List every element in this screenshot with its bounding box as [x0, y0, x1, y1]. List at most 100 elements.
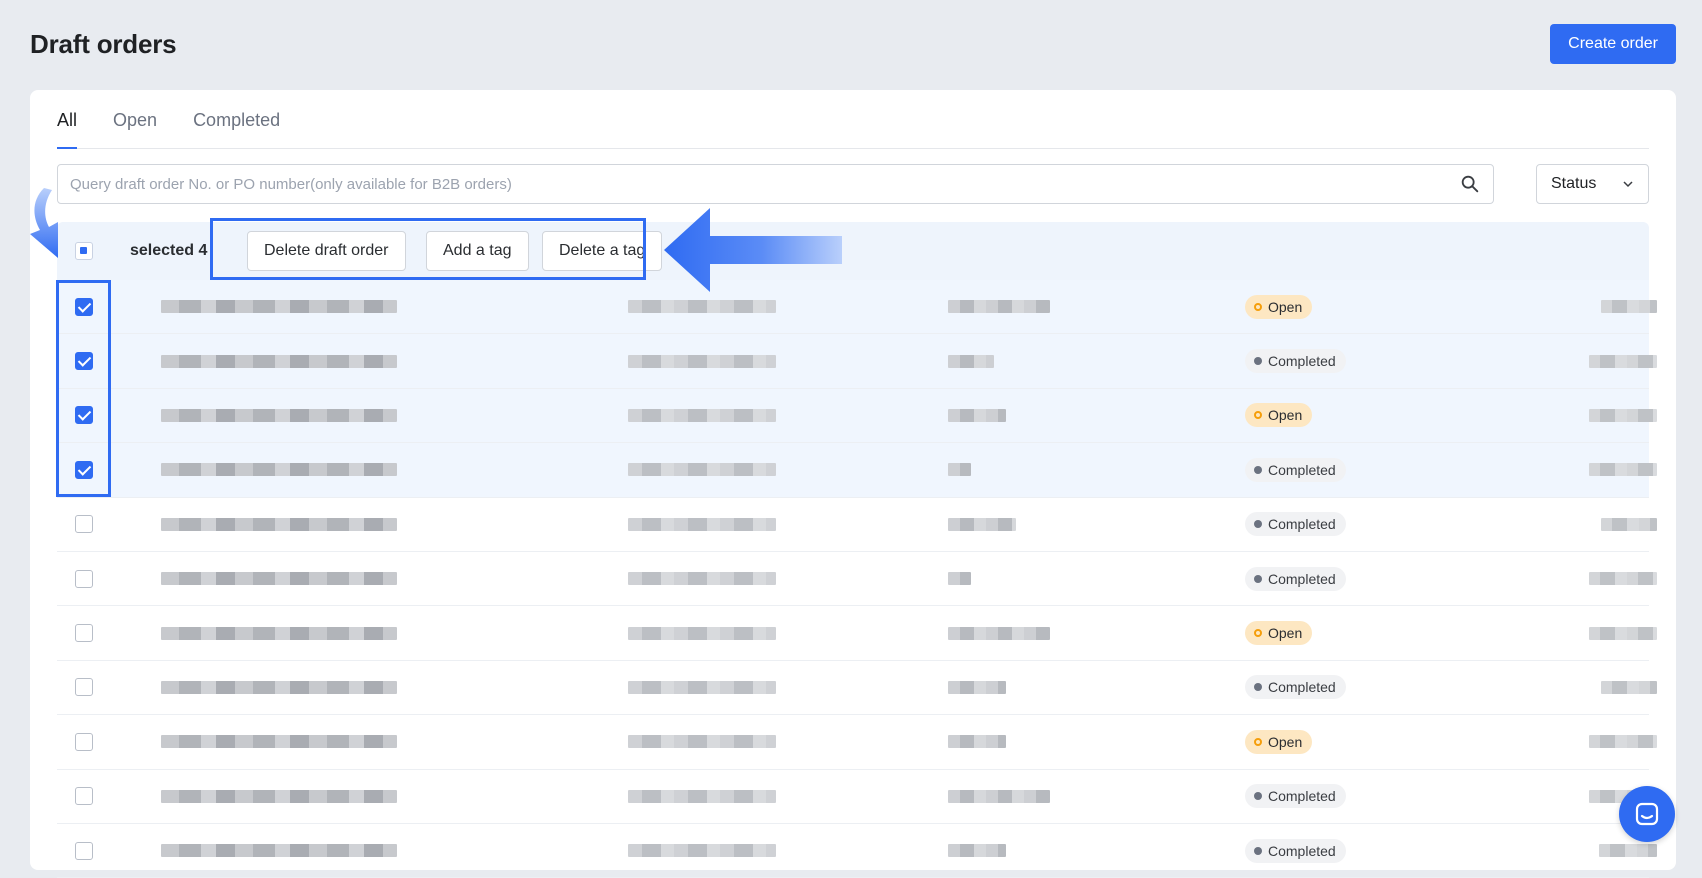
redacted-cell: [628, 408, 776, 422]
status-badge: Completed: [1245, 349, 1346, 374]
row-checkbox[interactable]: [75, 406, 93, 425]
status-dot-icon: [1254, 574, 1262, 583]
redacted-cell: [161, 300, 397, 314]
selected-count: selected 4: [130, 242, 208, 259]
search-icon[interactable]: [1459, 173, 1481, 195]
status-badge: Completed: [1245, 675, 1346, 700]
status-filter-select[interactable]: Status: [1536, 164, 1649, 204]
row-checkbox[interactable]: [75, 515, 93, 534]
add-tag-button[interactable]: Add a tag: [426, 231, 529, 271]
status-dot-icon: [1254, 629, 1262, 638]
table-row[interactable]: Completed: [57, 824, 1657, 878]
row-checkbox[interactable]: [75, 460, 93, 479]
search-input[interactable]: Query draft order No. or PO number(only …: [57, 164, 1494, 204]
redacted-cell: [628, 463, 776, 477]
status-badge: Completed: [1245, 512, 1346, 537]
bulk-action-bar: selected 4 Delete draft order Add a tag …: [57, 222, 1649, 280]
redacted-cell: [628, 735, 776, 749]
status-dot-icon: [1254, 737, 1262, 746]
table-body: Open Completed Open Completed Completed Compl…: [57, 280, 1657, 878]
redacted-cell: [1589, 735, 1657, 749]
redacted-cell: [161, 735, 397, 749]
redacted-cell: [161, 463, 397, 477]
status-dot-icon: [1254, 465, 1262, 474]
redacted-cell: [161, 680, 397, 694]
row-checkbox[interactable]: [75, 352, 93, 371]
status-badge: Open: [1245, 294, 1313, 319]
status-text: Open: [1268, 733, 1303, 750]
redacted-cell: [161, 408, 397, 422]
redacted-cell: [948, 844, 1006, 858]
table-row[interactable]: Open: [57, 280, 1657, 335]
search-placeholder: Query draft order No. or PO number(only …: [70, 175, 512, 193]
redacted-cell: [161, 517, 397, 531]
row-checkbox[interactable]: [75, 297, 93, 316]
chat-support-button[interactable]: [1619, 786, 1675, 842]
status-badge: Completed: [1245, 457, 1346, 482]
table-row[interactable]: Open: [57, 606, 1657, 661]
row-checkbox[interactable]: [75, 678, 93, 697]
row-checkbox[interactable]: [75, 569, 93, 588]
status-text: Completed: [1268, 570, 1336, 587]
chevron-down-icon: [1623, 181, 1633, 188]
table-row[interactable]: Open: [57, 715, 1657, 770]
row-checkbox[interactable]: [75, 732, 93, 751]
tab-completed[interactable]: Completed: [193, 110, 280, 148]
create-order-button[interactable]: Create order: [1550, 24, 1676, 64]
tab-bar: All Open Completed: [57, 90, 1649, 149]
redacted-cell: [628, 680, 776, 694]
table-row[interactable]: Completed: [57, 498, 1657, 552]
row-checkbox[interactable]: [75, 624, 93, 643]
status-text: Completed: [1268, 788, 1336, 805]
tab-all[interactable]: All: [57, 110, 78, 149]
table-row[interactable]: Completed: [57, 334, 1657, 389]
arrow-down-icon: [30, 188, 58, 258]
status-dot-icon: [1254, 357, 1262, 366]
redacted-cell: [1589, 408, 1657, 422]
status-badge: Open: [1245, 403, 1313, 428]
status-text: Open: [1268, 625, 1303, 642]
status-dot-icon: [1254, 302, 1262, 311]
status-dot-icon: [1254, 683, 1262, 692]
redacted-cell: [948, 354, 994, 368]
redacted-cell: [948, 517, 1016, 531]
redacted-cell: [948, 572, 971, 586]
redacted-cell: [948, 735, 1006, 749]
delete-tag-button[interactable]: Delete a tag: [542, 231, 663, 271]
status-badge: Open: [1245, 729, 1313, 754]
redacted-cell: [161, 789, 397, 803]
status-badge: Completed: [1245, 784, 1346, 809]
chat-icon: [1635, 802, 1659, 826]
table-row[interactable]: Completed: [57, 661, 1657, 716]
select-all-checkbox[interactable]: [75, 242, 93, 260]
redacted-cell: [1589, 626, 1657, 640]
table-row[interactable]: Completed: [57, 552, 1657, 607]
redacted-cell: [1601, 300, 1657, 314]
row-checkbox[interactable]: [75, 787, 93, 806]
status-dot-icon: [1254, 846, 1262, 855]
redacted-cell: [1599, 844, 1657, 858]
status-text: Open: [1268, 407, 1303, 424]
redacted-cell: [628, 626, 776, 640]
redacted-cell: [948, 680, 1006, 694]
tab-open[interactable]: Open: [113, 110, 157, 148]
status-text: Completed: [1268, 842, 1336, 859]
status-filter-label: Status: [1551, 175, 1597, 192]
status-text: Completed: [1268, 461, 1336, 478]
delete-draft-order-button[interactable]: Delete draft order: [247, 231, 406, 271]
page-header: Draft orders Create order: [30, 22, 1676, 66]
table-row[interactable]: Completed: [57, 770, 1657, 824]
redacted-cell: [948, 463, 971, 477]
redacted-cell: [628, 844, 776, 858]
status-badge: Completed: [1245, 838, 1346, 863]
redacted-cell: [1589, 354, 1657, 368]
redacted-cell: [948, 626, 1050, 640]
redacted-cell: [628, 517, 776, 531]
table-row[interactable]: Open: [57, 388, 1657, 444]
redacted-cell: [161, 844, 397, 858]
orders-table: selected 4 Delete draft order Add a tag …: [57, 222, 1657, 878]
status-text: Completed: [1268, 679, 1336, 696]
status-text: Completed: [1268, 516, 1336, 533]
redacted-cell: [1589, 572, 1657, 586]
table-row[interactable]: Completed: [57, 443, 1657, 498]
